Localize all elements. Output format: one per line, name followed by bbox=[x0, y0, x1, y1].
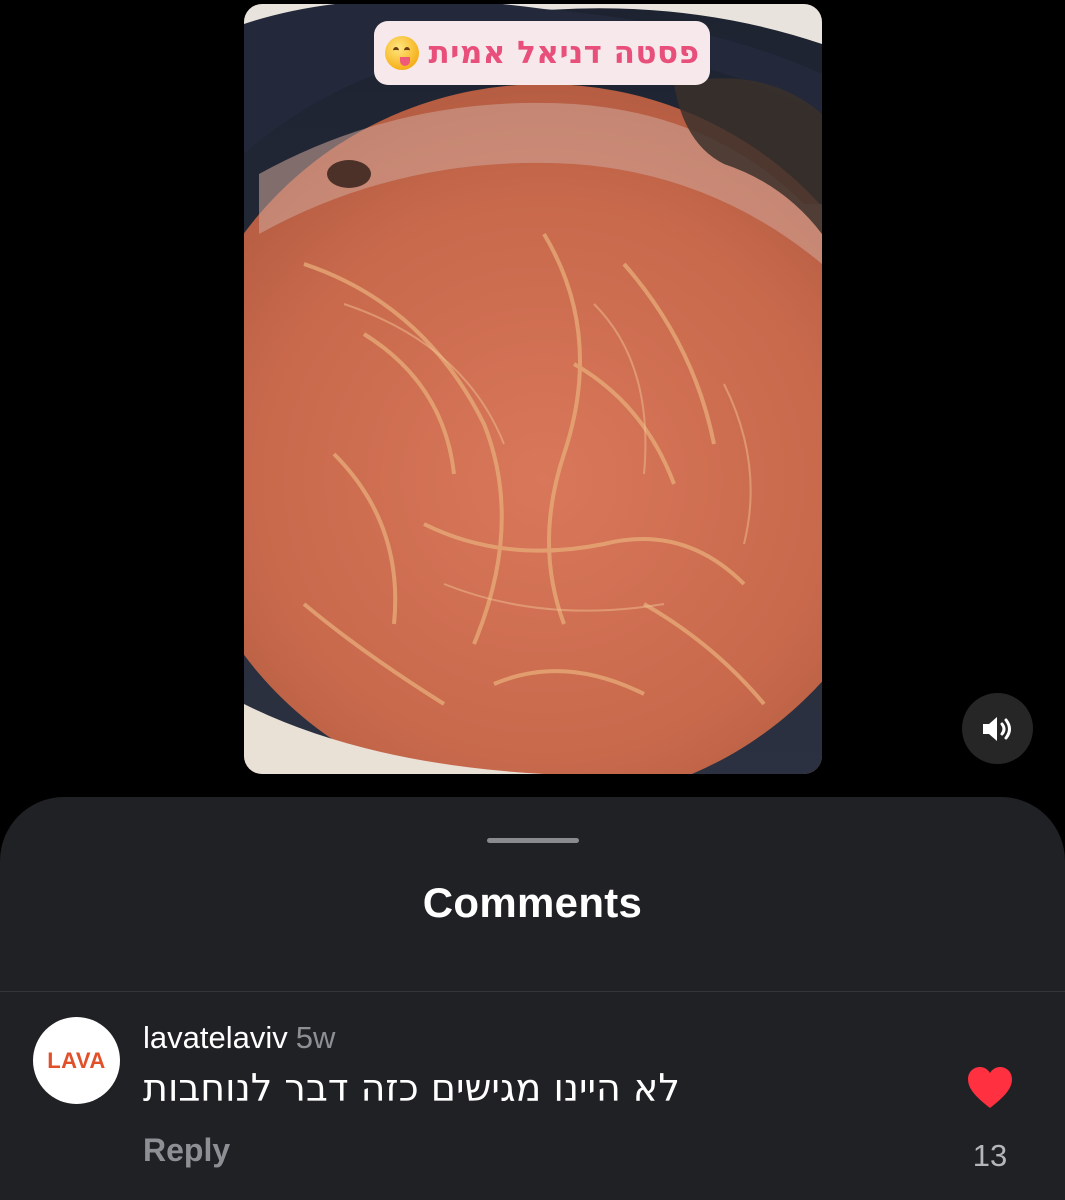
sheet-title: Comments bbox=[422, 879, 643, 926]
pasta-video-frame bbox=[244, 4, 822, 774]
lava-logo: LAVA bbox=[47, 1047, 106, 1073]
face-savoring-food-icon bbox=[384, 36, 419, 70]
video-caption: פסטה דניאל אמית bbox=[374, 21, 710, 85]
reply-button[interactable]: Reply bbox=[143, 1132, 230, 1169]
comments-sheet: Comments LAVA lavatelaviv 5w לא היינו מגי… bbox=[0, 797, 1065, 1200]
comment-header: lavatelaviv 5w bbox=[143, 1020, 335, 1056]
comment-username[interactable]: lavatelaviv bbox=[143, 1020, 288, 1055]
comment-text: לא היינו מגישים כזה דבר לנוחבות bbox=[143, 1066, 680, 1110]
sheet-drag-handle[interactable] bbox=[487, 838, 579, 843]
video-player[interactable]: פסטה דניאל אמית bbox=[244, 4, 822, 774]
comment-timestamp: 5w bbox=[295, 1020, 336, 1055]
avatar[interactable]: LAVA bbox=[33, 1017, 120, 1104]
heart-icon[interactable] bbox=[966, 1066, 1014, 1110]
like-count: 13 bbox=[972, 1138, 1008, 1173]
app-screen: פסטה דניאל אמית Comments LAVA lavatelavi… bbox=[0, 0, 1065, 1200]
comment-item: LAVA lavatelaviv 5w לא היינו מגישים כזה ד… bbox=[0, 992, 1065, 1200]
speaker-icon bbox=[982, 716, 1011, 741]
sound-toggle-button[interactable] bbox=[962, 693, 1033, 764]
caption-text: פסטה דניאל אמית bbox=[428, 35, 700, 71]
